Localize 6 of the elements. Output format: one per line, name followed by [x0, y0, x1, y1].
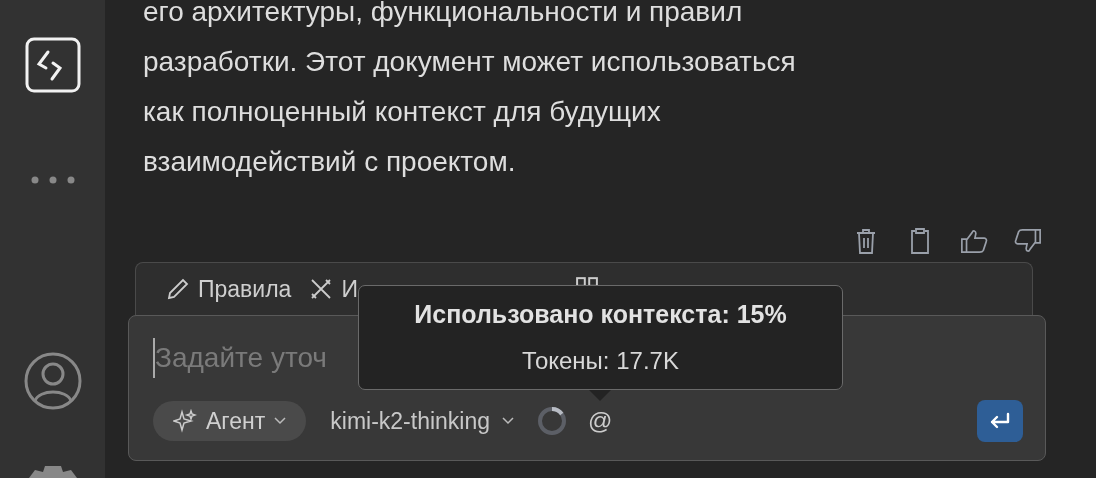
message-text: как полноценный контекст для будущих	[143, 95, 662, 129]
tooltip-text: Токены: 17.7K	[522, 347, 679, 375]
message-text: разработки. Этот документ может использоваться	[143, 45, 797, 79]
message-text: взаимодействий с проектом.	[143, 145, 517, 179]
message-text: его архитектуры, функциональности и правил	[143, 0, 744, 29]
tooltip-title: Использовано контекста: 15%	[414, 300, 787, 329]
